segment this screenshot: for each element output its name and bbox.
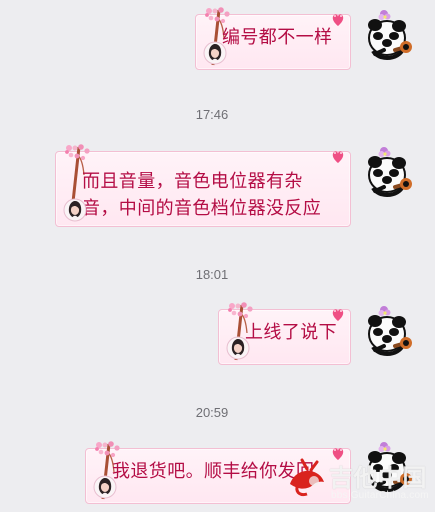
panda-avatar-icon xyxy=(368,10,412,61)
heart-sticker-icon xyxy=(332,151,344,163)
heart-sticker-icon xyxy=(332,448,344,460)
message-bubble[interactable]: 编号都不一样 xyxy=(195,7,351,70)
message-bubble[interactable]: 上线了说下 xyxy=(218,302,351,365)
girl-avatar-icon xyxy=(203,41,227,65)
message-text: 我退货吧。顺丰给你发回 xyxy=(112,461,315,482)
girl-avatar-icon xyxy=(63,198,87,222)
message-text-block: 而且音量，音色电位器有杂 音，中间的音色档位器没反应 xyxy=(82,168,336,222)
panda-avatar-icon xyxy=(368,147,412,198)
girl-avatar-icon xyxy=(93,475,117,499)
timestamp: 18:01 xyxy=(195,267,229,282)
heart-sticker-icon xyxy=(332,309,344,321)
message-bubble[interactable]: 而且音量，音色电位器有杂 音，中间的音色档位器没反应 xyxy=(55,144,351,227)
heart-sticker-icon xyxy=(332,14,344,26)
panda-avatar-icon xyxy=(368,442,412,493)
message-bubble[interactable]: 我退货吧。顺丰给你发回 xyxy=(85,441,351,504)
timestamp: 17:46 xyxy=(195,107,229,122)
timestamp: 20:59 xyxy=(195,405,229,420)
message-text: 编号都不一样 xyxy=(222,27,333,48)
girl-avatar-icon xyxy=(226,336,250,360)
message-line: 音，中间的音色档位器没反应 xyxy=(82,198,322,219)
chat-window: 编号都不一样 17:46 而且音量，音色电位器有杂 音，中间的音色档位器没反应 … xyxy=(0,0,435,512)
message-line: 而且音量，音色电位器有杂 xyxy=(82,171,303,192)
message-text: 上线了说下 xyxy=(245,322,337,343)
panda-avatar-icon xyxy=(368,306,412,357)
